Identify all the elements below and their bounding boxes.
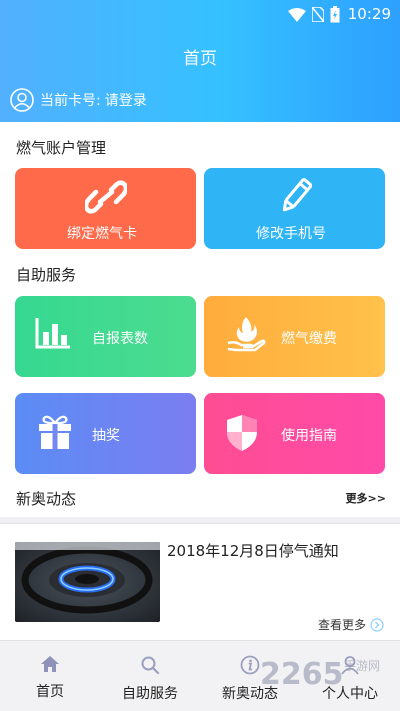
info-icon (240, 655, 260, 675)
news-more-link[interactable]: 更多>> (346, 490, 386, 506)
gas-stove-thumbnail (15, 542, 160, 622)
tab-self-service-label: 自助服务 (122, 686, 178, 702)
link-icon (85, 180, 127, 214)
change-phone-button[interactable]: 修改手机号 (204, 168, 385, 249)
status-bar: 10:29 (0, 0, 400, 28)
status-icons (288, 6, 340, 23)
battery-icon (330, 6, 340, 23)
header: 10:29 首页 当前卡号: 请登录 (0, 0, 400, 122)
page-title: 首页 (183, 49, 217, 69)
tab-home-label: 首页 (36, 684, 64, 700)
status-time: 10:29 (347, 5, 391, 23)
self-report-reading-button[interactable]: 自报表数 (15, 296, 196, 377)
news-section-title: 新奥动态 (16, 490, 77, 508)
shield-icon (227, 415, 257, 451)
user-guide-button[interactable]: 使用指南 (204, 393, 385, 474)
gas-payment-label: 燃气缴费 (281, 331, 337, 347)
news-item[interactable]: 2018年12月8日停气通知 查看更多 (0, 523, 400, 640)
view-more-label: 查看更多 (317, 618, 366, 632)
search-icon (141, 656, 160, 675)
view-more-link[interactable]: 查看更多 (318, 616, 384, 633)
tab-home[interactable]: 首页 (0, 641, 100, 711)
lottery-button[interactable]: 抽奖 (15, 393, 196, 474)
home-icon (41, 656, 59, 672)
card-number-row[interactable]: 当前卡号: 请登录 (10, 88, 147, 112)
tab-self-service[interactable]: 自助服务 (100, 641, 200, 711)
pencil-icon (282, 178, 312, 212)
card-number-label: 当前卡号: (40, 93, 101, 109)
flame-hand-icon (227, 317, 266, 352)
self-service-title: 自助服务 (16, 266, 77, 284)
news-title[interactable]: 2018年12月8日停气通知 (167, 540, 339, 561)
wifi-icon (288, 7, 306, 22)
gift-icon (39, 415, 71, 449)
user-guide-label: 使用指南 (281, 428, 337, 444)
site-watermark: 2265 手游网 (260, 654, 396, 698)
bind-gas-card-button[interactable]: 绑定燃气卡 (15, 168, 196, 249)
svg-text:手游网: 手游网 (344, 659, 380, 673)
bind-gas-card-label: 绑定燃气卡 (67, 226, 137, 242)
user-icon (10, 88, 34, 112)
bar-chart-icon (35, 318, 70, 349)
svg-text:2265: 2265 (260, 657, 344, 692)
account-section-title: 燃气账户管理 (16, 139, 107, 157)
no-sim-icon (312, 7, 324, 22)
change-phone-label: 修改手机号 (256, 226, 326, 242)
gas-payment-button[interactable]: 燃气缴费 (204, 296, 385, 377)
card-number-value[interactable]: 请登录 (105, 90, 147, 110)
lottery-label: 抽奖 (92, 428, 120, 444)
self-report-reading-label: 自报表数 (92, 331, 148, 347)
chevron-right-icon (370, 617, 384, 632)
